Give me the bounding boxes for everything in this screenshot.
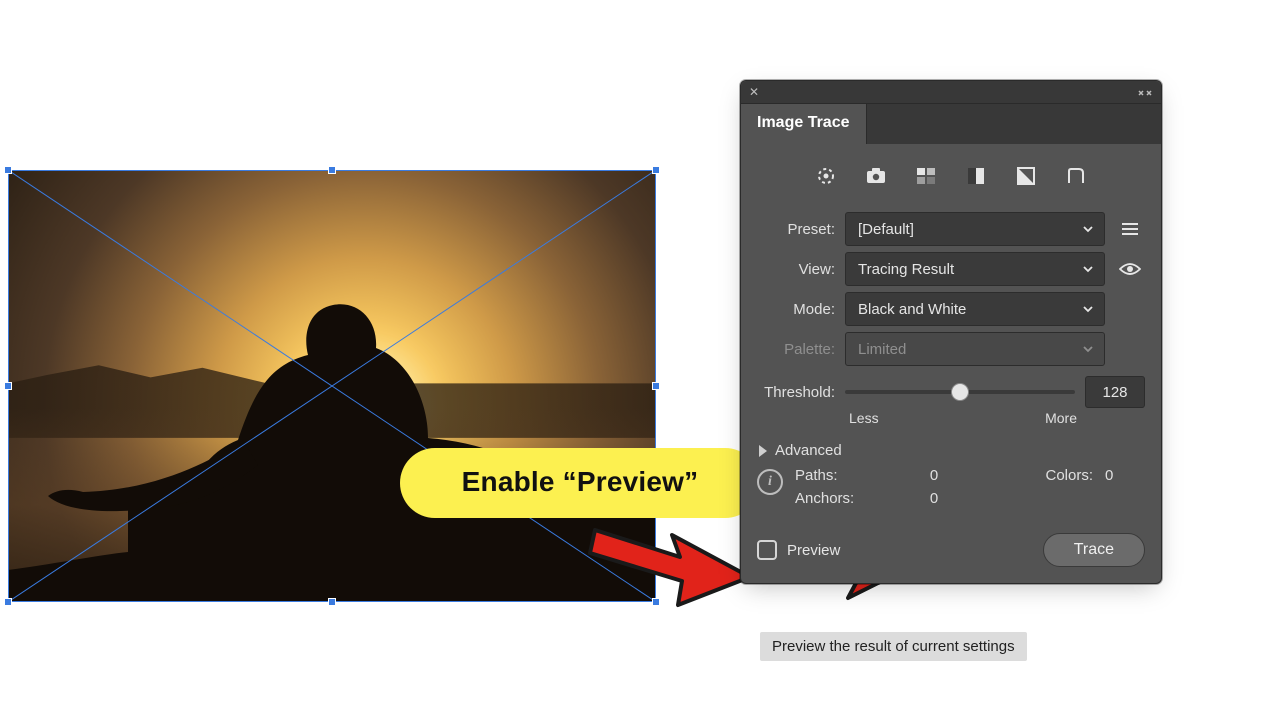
resize-handle-bl[interactable] — [4, 598, 12, 606]
preset-menu-icon[interactable] — [1115, 214, 1145, 244]
mode-label: Mode: — [757, 301, 835, 318]
preset-icon-row — [757, 158, 1145, 206]
chevron-down-icon — [1082, 343, 1094, 355]
chevron-down-icon — [1082, 223, 1094, 235]
preset-outline-icon[interactable] — [1064, 164, 1088, 188]
preset-label: Preset: — [757, 221, 835, 238]
panel-titlebar[interactable]: ✕ — [741, 81, 1161, 104]
disclosure-triangle-icon — [759, 445, 767, 457]
preset-auto-color-icon[interactable] — [814, 164, 838, 188]
mode-dropdown[interactable]: Black and White — [845, 292, 1105, 326]
palette-dropdown: Limited — [845, 332, 1105, 366]
trace-button[interactable]: Trace — [1043, 533, 1145, 567]
threshold-slider[interactable] — [845, 382, 1075, 402]
trace-stats: Paths: 0 Colors: 0 Anchors: 0 — [795, 467, 1145, 507]
colors-value: 0 — [1105, 467, 1145, 484]
anchors-label: Anchors: — [795, 490, 922, 507]
resize-handle-bm[interactable] — [328, 598, 336, 606]
close-icon[interactable]: ✕ — [749, 85, 759, 99]
advanced-disclosure[interactable]: Advanced — [759, 442, 1145, 459]
preview-tooltip: Preview the result of current settings — [760, 632, 1027, 661]
collapse-icon[interactable] — [1137, 87, 1153, 97]
mode-value: Black and White — [858, 301, 966, 318]
view-dropdown[interactable]: Tracing Result — [845, 252, 1105, 286]
preview-label: Preview — [787, 542, 840, 559]
preset-dropdown[interactable]: [Default] — [845, 212, 1105, 246]
selection-diagonals — [8, 170, 656, 602]
threshold-max-label: More — [1045, 410, 1077, 426]
threshold-label: Threshold: — [757, 384, 835, 401]
placed-image-selection[interactable] — [8, 170, 656, 602]
panel-tabs: Image Trace — [741, 104, 1161, 144]
anchors-value: 0 — [930, 490, 970, 507]
resize-handle-tl[interactable] — [4, 166, 12, 174]
preset-grayscale-icon[interactable] — [964, 164, 988, 188]
colors-label: Colors: — [978, 467, 1097, 484]
image-trace-panel: ✕ Image Trace — [740, 80, 1162, 584]
threshold-slider-thumb[interactable] — [951, 383, 969, 401]
preview-checkbox[interactable] — [757, 540, 777, 560]
chevron-down-icon — [1082, 263, 1094, 275]
resize-handle-tm[interactable] — [328, 166, 336, 174]
chevron-down-icon — [1082, 303, 1094, 315]
preset-camera-icon[interactable] — [864, 164, 888, 188]
palette-label: Palette: — [757, 341, 835, 358]
preset-swatches-icon[interactable] — [914, 164, 938, 188]
advanced-label: Advanced — [775, 442, 842, 459]
preset-bw-icon[interactable] — [1014, 164, 1038, 188]
paths-label: Paths: — [795, 467, 922, 484]
view-value: Tracing Result — [858, 261, 954, 278]
threshold-value[interactable]: 128 — [1085, 376, 1145, 408]
preset-value: [Default] — [858, 221, 914, 238]
view-eye-icon[interactable] — [1115, 254, 1145, 284]
resize-handle-mr[interactable] — [652, 382, 660, 390]
palette-value: Limited — [858, 341, 906, 358]
resize-handle-ml[interactable] — [4, 382, 12, 390]
tab-image-trace[interactable]: Image Trace — [741, 104, 867, 144]
resize-handle-tr[interactable] — [652, 166, 660, 174]
annotation-arrow-left — [580, 505, 760, 615]
view-label: View: — [757, 261, 835, 278]
info-icon[interactable]: i — [757, 469, 783, 495]
threshold-min-label: Less — [849, 410, 879, 426]
paths-value: 0 — [930, 467, 970, 484]
